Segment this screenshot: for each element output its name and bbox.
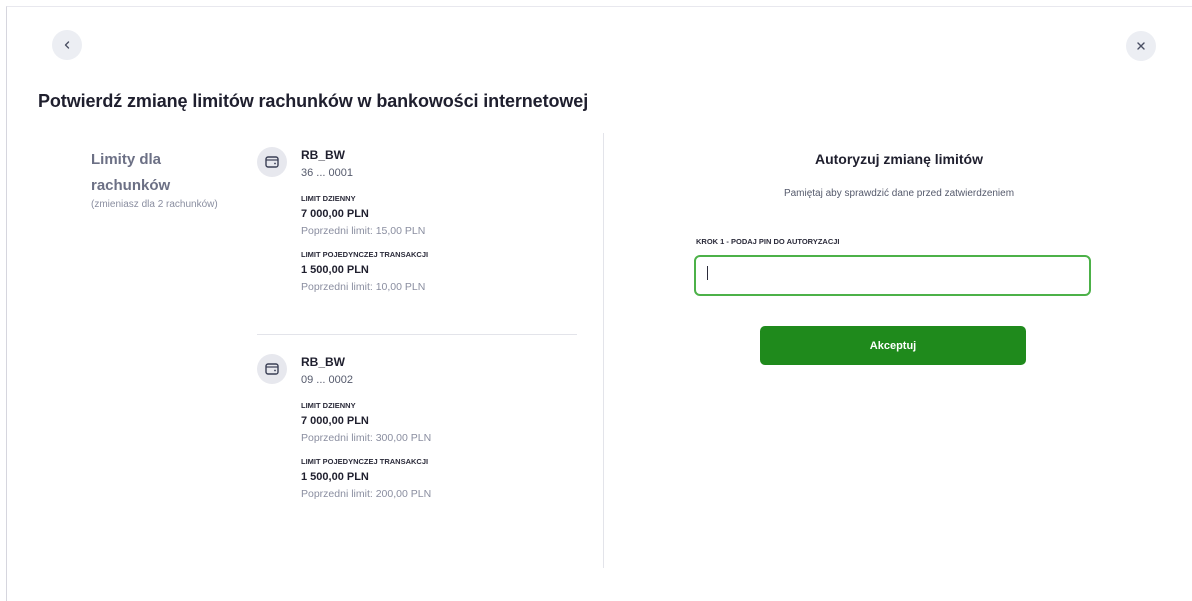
limits-summary: Limity dla rachunków (zmieniasz dla 2 ra… (91, 147, 241, 210)
back-button[interactable] (52, 30, 82, 60)
limit-title: LIMIT DZIENNY (301, 194, 356, 203)
limit-previous: Poprzedni limit: 300,00 PLN (301, 432, 432, 444)
close-button[interactable] (1126, 31, 1156, 61)
limit-block: LIMIT POJEDYNCZEJ TRANSAKCJI 1 500,00 PL… (301, 250, 571, 294)
limit-title: LIMIT POJEDYNCZEJ TRANSAKCJI (301, 250, 429, 259)
wallet-icon (257, 354, 287, 384)
limits-summary-sublabel: (zmieniasz dla 2 rachunków) (91, 199, 218, 210)
text-caret (707, 266, 708, 280)
auth-title: Autoryzuj zmianę limitów (814, 151, 983, 167)
chevron-left-icon (62, 40, 72, 50)
page-title: Potwierdź zmianę limitów rachunków w ban… (38, 91, 589, 111)
limit-value: 7 000,00 PLN (301, 208, 369, 220)
accept-button[interactable]: Akceptuj (760, 326, 1026, 365)
limit-title: LIMIT DZIENNY (301, 401, 356, 410)
pin-input[interactable] (694, 255, 1091, 296)
account-number: 36 ... 0001 (301, 167, 353, 179)
account-name: RB_BW (301, 355, 345, 369)
limit-value: 1 500,00 PLN (301, 264, 369, 276)
limits-summary-label: Limity dla rachunków (91, 151, 171, 194)
limit-block: LIMIT POJEDYNCZEJ TRANSAKCJI 1 500,00 PL… (301, 457, 571, 501)
limit-previous: Poprzedni limit: 15,00 PLN (301, 225, 426, 237)
account-number: 09 ... 0002 (301, 374, 353, 386)
close-icon (1136, 41, 1146, 51)
limit-previous: Poprzedni limit: 200,00 PLN (301, 488, 432, 500)
pin-step-label: KROK 1 - PODAJ PIN DO AUTORYZACJI (696, 237, 840, 246)
wallet-icon (257, 147, 287, 177)
limit-value: 1 500,00 PLN (301, 471, 369, 483)
auth-subtitle: Pamiętaj aby sprawdzić dane przed zatwie… (783, 188, 1015, 199)
limit-value: 7 000,00 PLN (301, 415, 369, 427)
account-name: RB_BW (301, 148, 345, 162)
account-divider (257, 334, 577, 335)
limit-title: LIMIT POJEDYNCZEJ TRANSAKCJI (301, 457, 429, 466)
limit-previous: Poprzedni limit: 10,00 PLN (301, 281, 426, 293)
limit-block: LIMIT DZIENNY 7 000,00 PLN Poprzedni lim… (301, 401, 571, 445)
limit-block: LIMIT DZIENNY 7 000,00 PLN Poprzedni lim… (301, 194, 571, 238)
